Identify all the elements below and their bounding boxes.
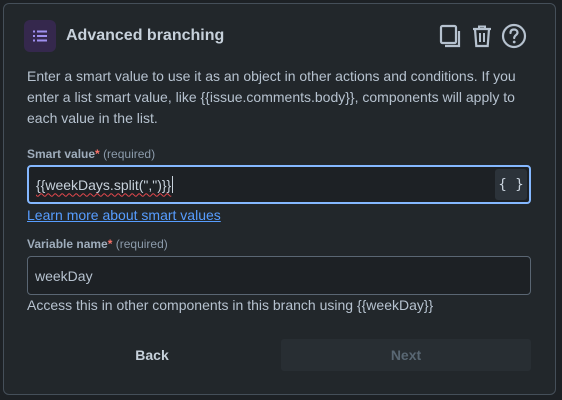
smart-value-picker-button[interactable]: { } bbox=[495, 169, 527, 200]
smart-value-label: Smart value* (required) bbox=[27, 147, 155, 161]
delete-button[interactable] bbox=[468, 22, 496, 50]
required-text: (required) bbox=[103, 147, 156, 161]
help-circle-icon bbox=[501, 23, 527, 49]
smart-value-input[interactable]: {{weekDays.split(",")}} { } bbox=[27, 165, 531, 204]
variable-name-input[interactable]: weekDay bbox=[27, 256, 531, 295]
copy-button[interactable] bbox=[436, 22, 464, 50]
required-text: (required) bbox=[115, 237, 168, 251]
smart-value-label-text: Smart value bbox=[27, 147, 96, 161]
variable-helper-text: Access this in other components in this … bbox=[27, 297, 434, 313]
smart-value-text: {{weekDays.split(",")}} bbox=[36, 176, 172, 193]
trash-icon bbox=[473, 25, 491, 48]
panel-title: Advanced branching bbox=[66, 27, 225, 44]
copy-icon bbox=[439, 24, 461, 48]
list-branch-icon bbox=[24, 20, 56, 52]
variable-name-label: Variable name* (required) bbox=[27, 237, 168, 251]
panel-description: Enter a smart value to use it as an obje… bbox=[27, 68, 516, 126]
required-star: * bbox=[107, 237, 113, 251]
text-caret bbox=[172, 176, 174, 193]
required-star: * bbox=[95, 147, 100, 161]
next-button[interactable]: Next bbox=[281, 339, 531, 371]
back-button[interactable]: Back bbox=[27, 339, 277, 371]
variable-name-value: weekDay bbox=[35, 267, 93, 284]
help-button[interactable] bbox=[500, 22, 528, 50]
learn-more-link[interactable]: Learn more about smart values bbox=[27, 207, 221, 223]
panel-header: Advanced branching bbox=[24, 20, 530, 54]
variable-name-label-text: Variable name bbox=[27, 237, 108, 251]
